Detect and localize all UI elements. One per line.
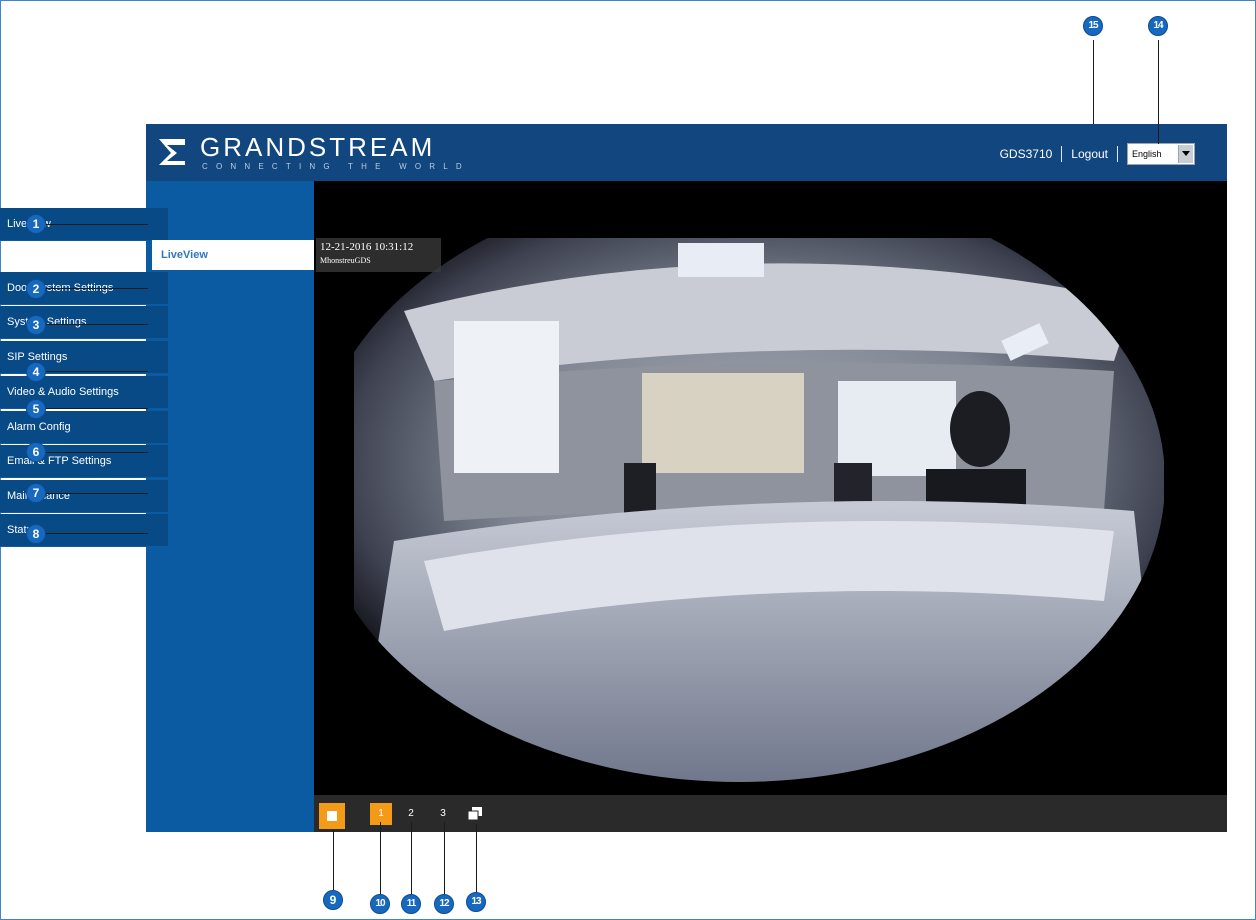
callout-leader [333, 830, 334, 890]
chevron-down-icon[interactable] [1178, 145, 1193, 163]
callout-leader [44, 288, 148, 289]
callout-leader [44, 371, 148, 372]
callout-10: 10 [370, 894, 390, 914]
callout-leader [44, 224, 148, 225]
callout-leader [44, 533, 148, 534]
video-osd-overlay: 12-21-2016 10:31:12 MhonstreuGDS [316, 238, 441, 272]
sidebar-subitem-liveview[interactable]: LiveView [152, 240, 314, 270]
callout-14: 14 [1148, 16, 1168, 36]
sidebar [146, 181, 314, 832]
callout-6: 6 [26, 442, 46, 462]
sidebar-item-video-audio-settings[interactable]: Video & Audio Settings [0, 376, 168, 409]
callout-leader [476, 824, 477, 894]
callout-7: 7 [26, 483, 46, 503]
callout-leader [411, 822, 412, 894]
logout-link[interactable]: Logout [1071, 147, 1108, 161]
stream-3-button[interactable]: 3 [432, 803, 454, 825]
video-camera-name: MhonstreuGDS [320, 256, 371, 265]
brand-tagline: CONNECTING THE WORLD [202, 162, 470, 171]
callout-1: 1 [26, 214, 46, 234]
stream-1-button[interactable]: 1 [370, 803, 392, 825]
callout-13: 13 [466, 892, 486, 912]
sidebar-item-alarm-config[interactable]: Alarm Config [0, 411, 168, 444]
callout-4: 4 [26, 362, 46, 382]
sidebar-item-maintenance[interactable]: Maintenance [0, 480, 168, 513]
callout-3: 3 [26, 315, 46, 335]
callout-9: 9 [323, 890, 343, 910]
language-selected-value: English [1132, 149, 1162, 159]
stop-video-button[interactable] [319, 803, 345, 829]
callout-leader [44, 408, 148, 409]
callout-5: 5 [26, 399, 46, 419]
callout-8: 8 [26, 524, 46, 544]
callout-leader [1093, 40, 1094, 124]
callout-12: 12 [434, 894, 454, 914]
grandstream-logo-icon [159, 139, 185, 165]
header-right: GDS3710 Logout English [1000, 143, 1195, 165]
callout-leader [44, 493, 148, 494]
sidebar-item-sip-settings[interactable]: SIP Settings [0, 341, 168, 374]
brand-name: GRANDSTREAM [200, 132, 436, 162]
device-model: GDS3710 [999, 147, 1053, 161]
callout-2: 2 [26, 279, 46, 299]
sidebar-item-status[interactable]: Status [0, 514, 168, 547]
stop-icon [327, 811, 337, 821]
callout-leader [444, 822, 445, 894]
live-video-view[interactable]: 12-21-2016 10:31:12 MhonstreuGDS [314, 181, 1227, 795]
language-select[interactable]: English [1127, 143, 1195, 165]
video-timestamp: 12-21-2016 10:31:12 [320, 241, 414, 253]
callout-leader [380, 822, 381, 894]
camera-fisheye-image [314, 181, 1227, 795]
header-divider [1061, 146, 1063, 162]
callout-leader [44, 324, 148, 325]
header-divider [1117, 146, 1118, 162]
top-header: GRANDSTREAM CONNECTING THE WORLD GDS3710… [146, 124, 1227, 181]
callout-leader [44, 452, 148, 453]
window-switch-icon[interactable] [467, 806, 483, 822]
callout-11: 11 [401, 894, 421, 914]
callout-15: 15 [1083, 16, 1103, 36]
callout-leader [1158, 40, 1159, 144]
video-control-bar: 1 2 3 [314, 795, 1227, 832]
